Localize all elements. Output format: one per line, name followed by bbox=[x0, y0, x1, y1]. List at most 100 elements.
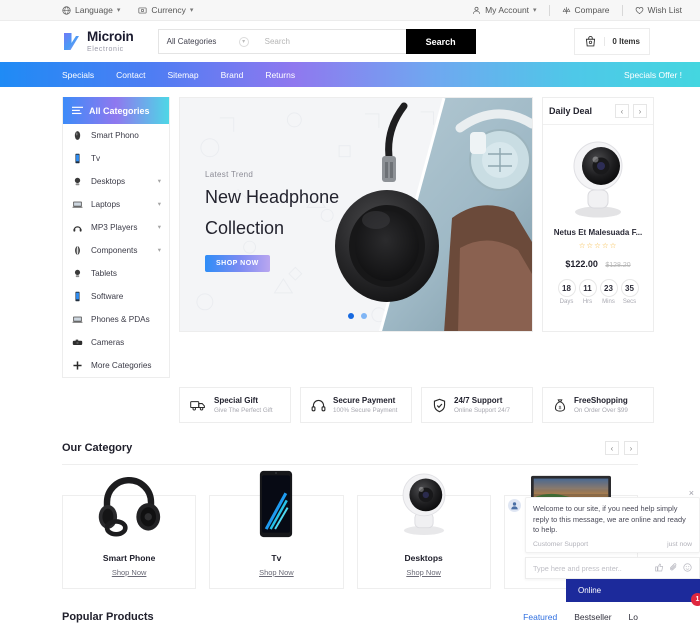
tab-bestseller[interactable]: Bestseller bbox=[574, 612, 611, 622]
cart-item-count: 0 Items bbox=[604, 37, 640, 46]
sidebar-item-phones-pdas[interactable]: Phones & PDAs bbox=[63, 308, 169, 331]
hero-dot-2[interactable] bbox=[361, 313, 367, 319]
hero-slider-dots bbox=[348, 313, 367, 319]
category-card-smart-phone[interactable]: Smart Phone Shop Now bbox=[62, 476, 197, 589]
chat-message-text: Welcome to our site, if you need help si… bbox=[533, 504, 686, 535]
nav-item-specials[interactable]: Specials bbox=[62, 70, 94, 80]
emoji-icon[interactable] bbox=[683, 559, 692, 577]
sidebar-item-more-categories[interactable]: More Categories bbox=[63, 354, 169, 377]
sidebar-item-label: Software bbox=[91, 291, 124, 301]
language-label: Language bbox=[75, 5, 113, 15]
chevron-down-icon[interactable]: ▾ bbox=[158, 177, 161, 185]
currency-selector[interactable]: Currency ▾ bbox=[138, 5, 193, 15]
nav-item-returns[interactable]: Returns bbox=[265, 70, 295, 80]
feature-support[interactable]: 24/7 Support Online Support 24/7 bbox=[421, 387, 533, 423]
components-icon bbox=[71, 244, 84, 257]
daily-deal-prices: $122.00 $128.20 bbox=[543, 254, 653, 272]
daily-deal-product-name[interactable]: Netus Et Malesuada F... bbox=[543, 228, 653, 237]
category-select[interactable]: All Categories ▾ bbox=[157, 29, 256, 54]
site-logo[interactable]: Microin Electronic bbox=[62, 30, 134, 53]
hero-product-image bbox=[335, 98, 532, 331]
site-header: Microin Electronic All Categories ▾ Sear… bbox=[0, 21, 700, 62]
hero-title-line2: Collection bbox=[205, 217, 285, 238]
mp3-icon bbox=[71, 221, 84, 234]
tab-latest[interactable]: Lo bbox=[629, 612, 638, 622]
feature-secure-payment[interactable]: Secure Payment 100% Secure Payment bbox=[300, 387, 412, 423]
chevron-down-icon[interactable]: ▾ bbox=[158, 246, 161, 254]
hero-banner[interactable]: Latest Trend New Headphone Collection SH… bbox=[179, 97, 533, 332]
thumbs-up-icon[interactable] bbox=[655, 559, 664, 577]
nav-item-sitemap[interactable]: Sitemap bbox=[167, 70, 198, 80]
sidebar-item-desktops[interactable]: Desktops ▾ bbox=[63, 170, 169, 193]
countdown-days: 18 Days bbox=[557, 279, 576, 305]
sidebar-header-all-categories[interactable]: All Categories bbox=[63, 97, 169, 124]
popular-products-title: Popular Products bbox=[62, 611, 154, 623]
desktop-icon bbox=[71, 175, 84, 188]
sidebar-item-cameras[interactable]: Cameras bbox=[63, 331, 169, 354]
chat-widget: × Welcome to our site, if you need help … bbox=[508, 487, 700, 607]
daily-deal-prev-button[interactable]: ‹ bbox=[615, 104, 629, 118]
sidebar-item-tv[interactable]: Tv bbox=[63, 147, 169, 170]
cart-button[interactable]: 0 Items bbox=[574, 28, 650, 55]
sidebar-item-smart-phone[interactable]: Smart Phono bbox=[63, 124, 169, 147]
sidebar-item-tablets[interactable]: Tablets bbox=[63, 262, 169, 285]
category-sidebar: All Categories Smart Phono Tv Desktops ▾… bbox=[62, 97, 170, 378]
feature-subtitle: Online Support 24/7 bbox=[454, 407, 511, 414]
chevron-down-icon[interactable]: ▾ bbox=[158, 200, 161, 208]
chat-close-icon[interactable]: × bbox=[689, 488, 694, 498]
nav-item-contact[interactable]: Contact bbox=[116, 70, 145, 80]
divider bbox=[621, 4, 623, 16]
chevron-down-icon[interactable]: ▾ bbox=[158, 223, 161, 231]
tablet-icon bbox=[71, 267, 84, 280]
my-account-menu[interactable]: My Account ▾ bbox=[472, 5, 537, 15]
category-card-desktops[interactable]: Desktops Shop Now bbox=[356, 473, 491, 589]
laptop-icon bbox=[71, 198, 84, 211]
our-category-prev-button[interactable]: ‹ bbox=[605, 441, 619, 455]
attachment-icon[interactable] bbox=[669, 559, 678, 577]
hero-text-block: Latest Trend New Headphone Collection SH… bbox=[205, 170, 339, 272]
chevron-down-icon: ▾ bbox=[533, 7, 537, 14]
feature-title: FreeShopping bbox=[574, 396, 628, 405]
our-category-next-button[interactable]: › bbox=[624, 441, 638, 455]
sidebar-item-software[interactable]: Software bbox=[63, 285, 169, 308]
sidebar-item-label: Tablets bbox=[91, 268, 117, 278]
shield-check-icon bbox=[432, 398, 447, 413]
specials-offer-link[interactable]: Specials Offer ! bbox=[624, 70, 682, 80]
category-card-shop-link[interactable]: Shop Now bbox=[406, 568, 441, 577]
webcam-image bbox=[358, 464, 490, 544]
daily-deal-product-image[interactable] bbox=[543, 125, 653, 221]
daily-deal-price-new: $122.00 bbox=[565, 259, 598, 269]
smartphone-image bbox=[210, 464, 342, 544]
hero-shop-now-button[interactable]: SHOP NOW bbox=[205, 254, 270, 272]
feature-subtitle: Give The Perfect Gift bbox=[214, 407, 273, 414]
chat-status-bar[interactable]: Online 1 bbox=[566, 579, 700, 607]
language-selector[interactable]: Language ▾ bbox=[62, 5, 120, 15]
hero-dot-1[interactable] bbox=[348, 313, 354, 319]
wishlist-link[interactable]: Wish List bbox=[635, 5, 682, 15]
sidebar-item-laptops[interactable]: Laptops ▾ bbox=[63, 193, 169, 216]
search-button[interactable]: Search bbox=[405, 29, 476, 54]
daily-deal-price-old: $128.20 bbox=[605, 262, 631, 269]
compare-link[interactable]: Compare bbox=[562, 5, 610, 15]
tab-featured[interactable]: Featured bbox=[523, 612, 557, 622]
feature-free-shipping[interactable]: $ FreeShopping On Order Over $99 bbox=[542, 387, 654, 423]
sidebar-item-mp3-players[interactable]: MP3 Players ▾ bbox=[63, 216, 169, 239]
money-bag-icon: $ bbox=[553, 398, 567, 413]
category-card-tv[interactable]: Tv Shop Now bbox=[209, 470, 344, 589]
nav-item-brand[interactable]: Brand bbox=[221, 70, 244, 80]
category-select-value: All Categories bbox=[166, 37, 217, 46]
sidebar-header-label: All Categories bbox=[89, 105, 150, 116]
countdown-seconds: 35 Secs bbox=[620, 279, 639, 305]
category-card-shop-link[interactable]: Shop Now bbox=[259, 568, 294, 577]
chat-timestamp: just now bbox=[667, 541, 692, 549]
chat-input[interactable] bbox=[533, 563, 655, 573]
sidebar-item-components[interactable]: Components ▾ bbox=[63, 239, 169, 262]
feature-special-gift[interactable]: Special Gift Give The Perfect Gift bbox=[179, 387, 291, 423]
countdown-days-value: 18 bbox=[557, 279, 576, 297]
countdown-days-label: Days bbox=[559, 299, 574, 305]
category-card-shop-link[interactable]: Shop Now bbox=[112, 568, 147, 577]
sidebar-item-label: Cameras bbox=[91, 337, 125, 347]
search-input[interactable] bbox=[255, 29, 406, 54]
daily-deal-next-button[interactable]: › bbox=[633, 104, 647, 118]
nav-links: Specials Contact Sitemap Brand Returns bbox=[62, 70, 295, 80]
